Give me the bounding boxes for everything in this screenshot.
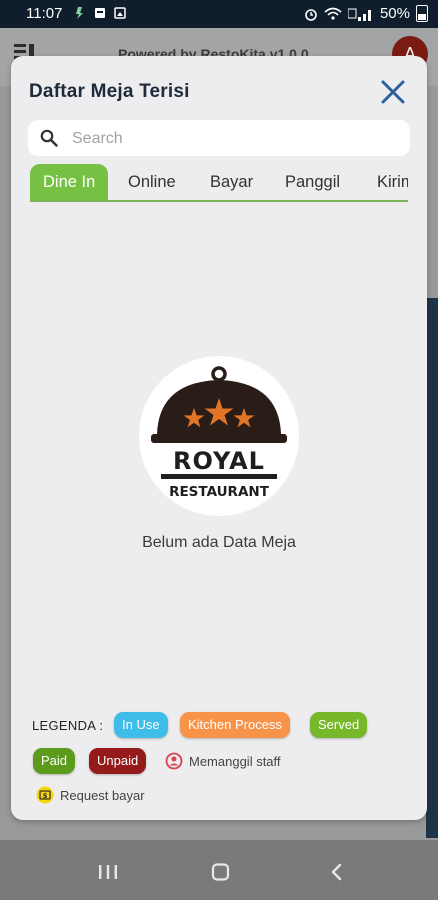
legend-request-bill-text: Request bayar [60, 788, 145, 803]
tab-bar: Dine In Online Bayar Panggil Kirim [30, 164, 408, 202]
tab-kirim[interactable]: Kirim [377, 164, 408, 200]
status-right: 50% [304, 5, 428, 22]
tab-dine-in[interactable]: Dine In [30, 164, 109, 200]
call-staff-icon [165, 752, 183, 770]
status-bar: 11:07 50% [0, 0, 438, 28]
system-nav-bar [0, 840, 438, 900]
legend-paid-badge: Paid [33, 748, 76, 774]
background-panel [426, 298, 438, 838]
gallery-icon [114, 7, 126, 19]
wifi-icon [324, 7, 342, 20]
svg-text:$: $ [43, 792, 48, 800]
signal-icon [347, 8, 371, 21]
search-icon [40, 129, 58, 147]
legend-kitchen-process-badge: Kitchen Process [180, 712, 290, 738]
legend-label: LEGENDA : [32, 718, 104, 733]
status-time: 11:07 [26, 5, 63, 22]
empty-state-message: Belum ada Data Meja [142, 534, 296, 551]
legend-call-staff-text: Memanggil staff [189, 754, 281, 769]
recent-apps-icon[interactable] [78, 840, 138, 900]
message-icon [95, 8, 105, 18]
home-icon[interactable] [190, 840, 250, 900]
tab-panggil[interactable]: Panggil [285, 164, 340, 200]
legend-unpaid-badge: Unpaid [89, 748, 147, 774]
dialog-title: Daftar Meja Terisi [29, 81, 190, 102]
tab-bayar[interactable]: Bayar [210, 164, 253, 200]
logo-line1: ROYAL [173, 447, 265, 475]
legend-served-badge: Served [310, 712, 368, 738]
notification-icon [76, 7, 83, 19]
notification-icons [74, 6, 126, 20]
tab-online[interactable]: Online [128, 164, 176, 200]
close-icon[interactable] [379, 78, 407, 106]
occupied-tables-dialog: Daftar Meja Terisi Dine In Online Bayar … [11, 56, 427, 820]
search-bar[interactable] [28, 120, 410, 158]
legend-in-use-badge: In Use [114, 712, 168, 738]
alarm-icon [305, 8, 317, 21]
battery-percent: 50% [379, 5, 410, 22]
tab-underline [30, 200, 408, 202]
royal-restaurant-logo: ROYAL RESTAURANT [139, 356, 299, 516]
request-bill-icon: $ [36, 786, 54, 804]
search-input[interactable] [70, 120, 404, 158]
back-icon[interactable] [306, 840, 366, 900]
logo-line2: RESTAURANT [169, 484, 270, 500]
battery-icon [416, 5, 428, 22]
